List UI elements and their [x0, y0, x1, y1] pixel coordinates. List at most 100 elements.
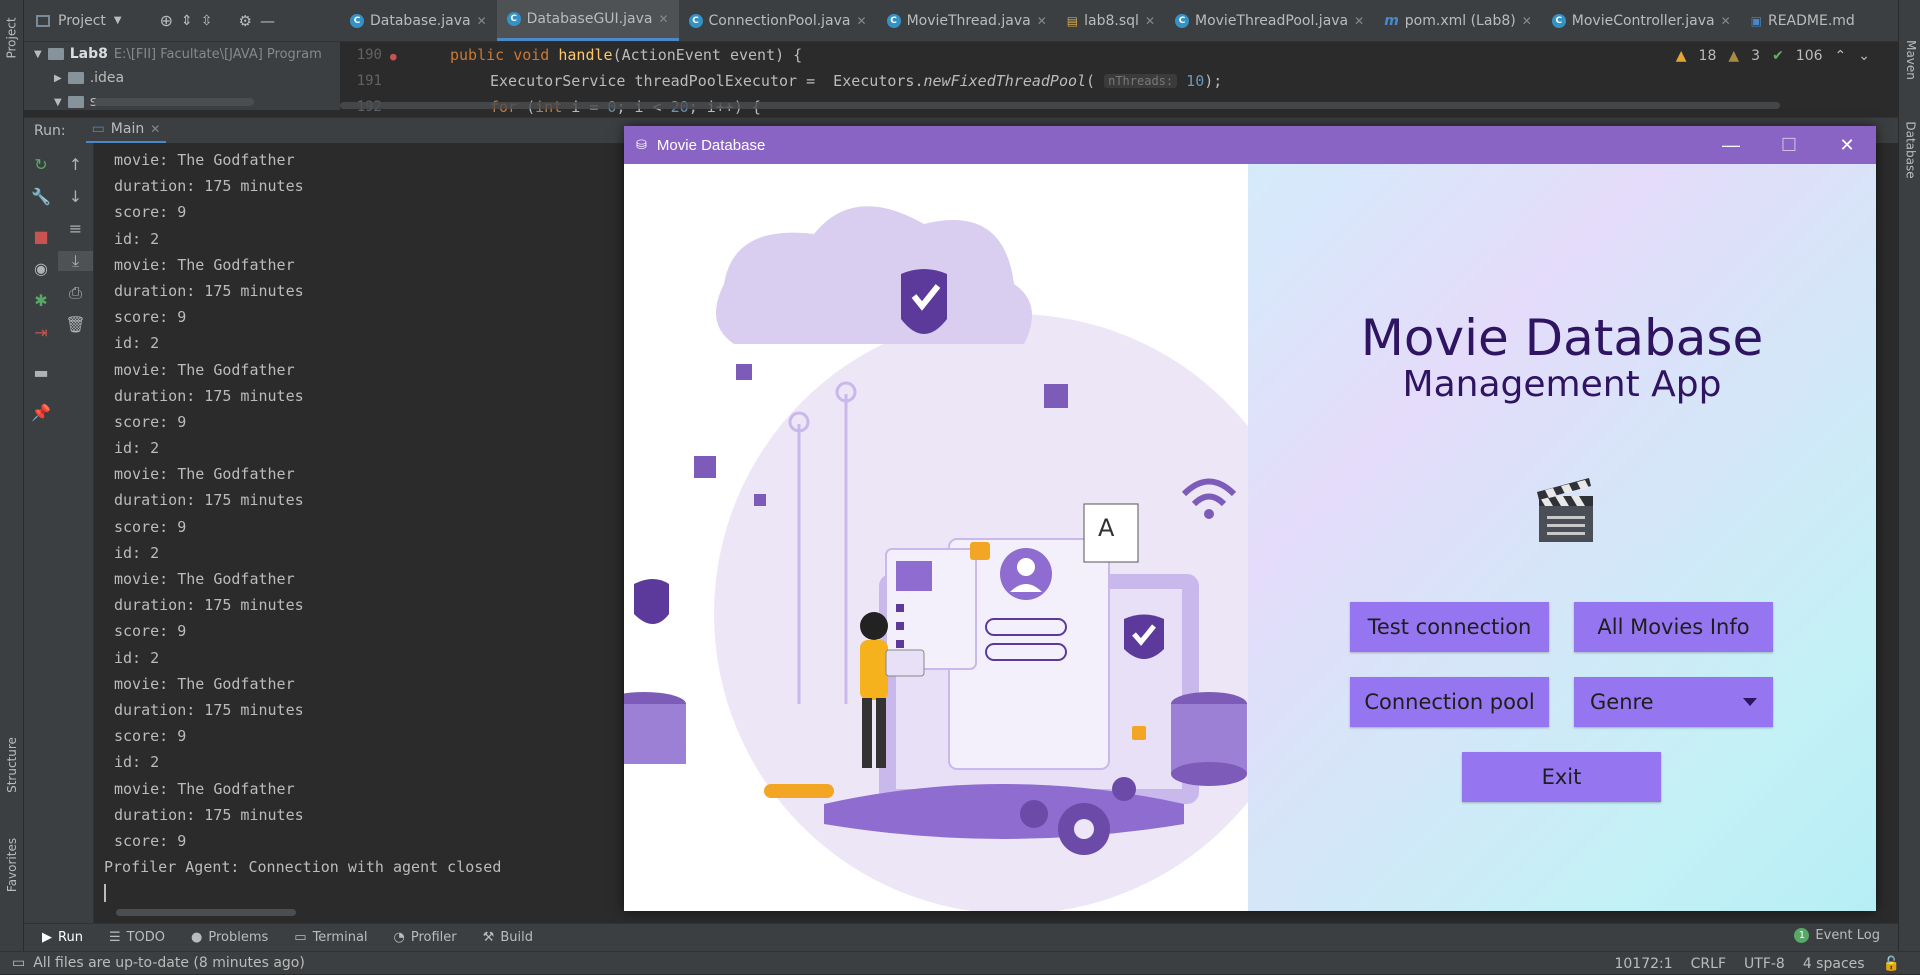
genre-select[interactable]: Genre: [1574, 677, 1773, 727]
run-config-icon: ▭: [91, 121, 105, 137]
layout-icon[interactable]: ▬: [24, 363, 58, 383]
console-line: score: 9: [114, 412, 187, 431]
database-security-illustration: A: [624, 206, 1248, 911]
close-icon[interactable]: ✕: [857, 14, 867, 28]
test-connection-button[interactable]: Test connection: [1350, 602, 1549, 652]
scroll-to-end-icon[interactable]: ⤓: [58, 251, 93, 271]
arrow-up-icon[interactable]: ↑: [58, 155, 93, 175]
hide-panel-icon[interactable]: —: [260, 12, 275, 30]
ok-count: 106: [1795, 48, 1823, 64]
project-horizontal-scrollbar[interactable]: [94, 98, 254, 106]
chevron-right-icon: ▶: [54, 72, 62, 84]
window-titlebar[interactable]: ⛁ Movie Database — ☐ ✕: [624, 126, 1876, 164]
close-icon[interactable]: ✕: [1721, 14, 1731, 28]
connection-pool-button[interactable]: Connection pool: [1350, 677, 1549, 727]
close-icon[interactable]: ✕: [150, 122, 160, 136]
console-line: score: 9: [114, 622, 187, 641]
tree-item-label: .idea: [89, 70, 125, 86]
console-horizontal-scrollbar[interactable]: [116, 909, 296, 916]
gear-icon[interactable]: ⚙: [238, 12, 251, 30]
tab-readme-md[interactable]: ▣ README.md: [1741, 0, 1865, 41]
expand-all-icon[interactable]: ⇕: [181, 13, 193, 29]
tab-databasegui-java[interactable]: C DatabaseGUI.java ✕: [496, 0, 679, 41]
bottom-tab-build[interactable]: ⚒ Build: [483, 930, 533, 945]
project-view-selector[interactable]: Project: [58, 13, 106, 29]
favorites-tool-tab[interactable]: Favorites: [0, 820, 24, 910]
code-text: ExecutorService threadPoolExecutor = Exe…: [490, 72, 924, 90]
tab-pom-xml[interactable]: m pom.xml (Lab8) ✕: [1374, 0, 1542, 41]
close-icon[interactable]: ✕: [1522, 14, 1532, 28]
bottom-tab-label: Profiler: [410, 930, 457, 945]
run-tab-main[interactable]: ▭ Main ✕: [85, 118, 167, 144]
code-editor[interactable]: 190 ● public void handle (ActionEvent eve…: [340, 42, 1876, 116]
tab-lab8-sql[interactable]: ▤ lab8.sql ✕: [1057, 0, 1165, 41]
close-button[interactable]: ✕: [1818, 126, 1876, 164]
tab-connectionpool-java[interactable]: C ConnectionPool.java ✕: [679, 0, 877, 41]
close-icon[interactable]: ✕: [477, 14, 487, 28]
bottom-tab-terminal[interactable]: ▭ Terminal: [294, 930, 367, 945]
inspection-widget[interactable]: ▲ 18 ▲ 3 ✔ 106 ⌃ ⌄: [1676, 48, 1870, 64]
line-number: 191: [356, 73, 382, 89]
line-separator[interactable]: CRLF: [1691, 956, 1726, 972]
database-tool-tab[interactable]: Database: [1899, 110, 1920, 190]
tab-moviecontroller-java[interactable]: C MovieController.java ✕: [1542, 0, 1741, 41]
bottom-tab-label: Build: [500, 930, 533, 945]
close-icon[interactable]: ✕: [1037, 14, 1047, 28]
maven-tool-tab[interactable]: Maven: [1899, 30, 1920, 90]
bottom-tab-label: Terminal: [312, 930, 368, 945]
folder-icon: [67, 96, 84, 108]
event-log-button[interactable]: 1 Event Log: [1794, 928, 1880, 943]
tab-moviethreadpool-java[interactable]: C MovieThreadPool.java ✕: [1165, 0, 1374, 41]
close-icon[interactable]: ✕: [1145, 14, 1155, 28]
debug-icon[interactable]: ✱: [24, 291, 58, 311]
close-icon[interactable]: ✕: [658, 12, 668, 26]
exit-icon[interactable]: ⇥: [24, 323, 58, 343]
bottom-tab-run[interactable]: ▶ Run: [42, 930, 83, 945]
stop-icon[interactable]: ■: [24, 227, 58, 247]
pin-icon[interactable]: 📌: [24, 403, 58, 423]
minimize-button[interactable]: —: [1702, 126, 1760, 164]
chevron-down-icon[interactable]: ▼: [114, 15, 122, 26]
arrow-down-icon[interactable]: ↓: [58, 187, 93, 207]
bottom-tab-problems[interactable]: ● Problems: [191, 930, 268, 945]
tree-item-lab8[interactable]: ▼ Lab8 E:\[FII] Facultate\[JAVA] Program: [24, 42, 340, 66]
run-toolbar-secondary: ↑ ↓ ≡ ⤓ ⎙ 🗑: [58, 143, 94, 923]
override-gutter-icon: ●: [390, 50, 397, 63]
target-icon[interactable]: ⊕: [160, 11, 173, 30]
print-icon[interactable]: ⎙: [58, 283, 93, 303]
editor-horizontal-scrollbar[interactable]: [340, 102, 1780, 109]
wrench-icon[interactable]: 🔧: [24, 187, 58, 207]
bottom-tab-profiler[interactable]: ◔ Profiler: [394, 930, 457, 945]
soft-wrap-icon[interactable]: ≡: [58, 219, 93, 239]
lock-icon[interactable]: 🔓: [1883, 956, 1900, 972]
caret-position[interactable]: 10172:1: [1614, 956, 1672, 972]
clapperboard-icon: [1537, 478, 1593, 542]
bottom-tab-todo[interactable]: ☰ TODO: [109, 930, 165, 945]
maximize-button[interactable]: ☐: [1760, 126, 1818, 164]
indent-setting[interactable]: 4 spaces: [1803, 956, 1865, 972]
exit-button[interactable]: Exit: [1462, 752, 1661, 802]
trash-icon[interactable]: 🗑: [58, 315, 93, 335]
all-movies-info-button[interactable]: All Movies Info: [1574, 602, 1773, 652]
chevron-down-icon[interactable]: ⌄: [1858, 48, 1870, 64]
status-toggle-icon[interactable]: ▭: [12, 955, 25, 971]
tab-database-java[interactable]: C Database.java ✕: [340, 0, 497, 41]
tab-label: lab8.sql: [1084, 12, 1139, 29]
console-line: movie: The Godfather: [114, 570, 295, 588]
close-icon[interactable]: ✕: [1354, 14, 1364, 28]
rerun-icon[interactable]: ↻: [24, 155, 58, 175]
tree-item-idea[interactable]: ▶ .idea: [24, 66, 340, 90]
tab-moviethread-java[interactable]: C MovieThread.java ✕: [877, 0, 1057, 41]
chevron-up-icon[interactable]: ⌃: [1835, 48, 1847, 64]
project-tool-tab[interactable]: Project: [0, 6, 24, 70]
camera-icon[interactable]: ◉: [24, 259, 58, 279]
code-method: handle: [558, 46, 613, 64]
collapse-all-icon[interactable]: ⇳: [201, 13, 213, 29]
status-right: 10172:1 CRLF UTF-8 4 spaces 🔓: [1614, 952, 1900, 975]
console-caret: [104, 880, 624, 906]
database-icon: ⛁: [636, 137, 647, 152]
file-encoding[interactable]: UTF-8: [1744, 956, 1785, 972]
structure-tool-tab[interactable]: Structure: [0, 720, 24, 810]
console-output[interactable]: movie: The Godfather duration: 175 minute…: [94, 143, 624, 923]
database-tool-tab-label: Database: [1904, 121, 1919, 179]
